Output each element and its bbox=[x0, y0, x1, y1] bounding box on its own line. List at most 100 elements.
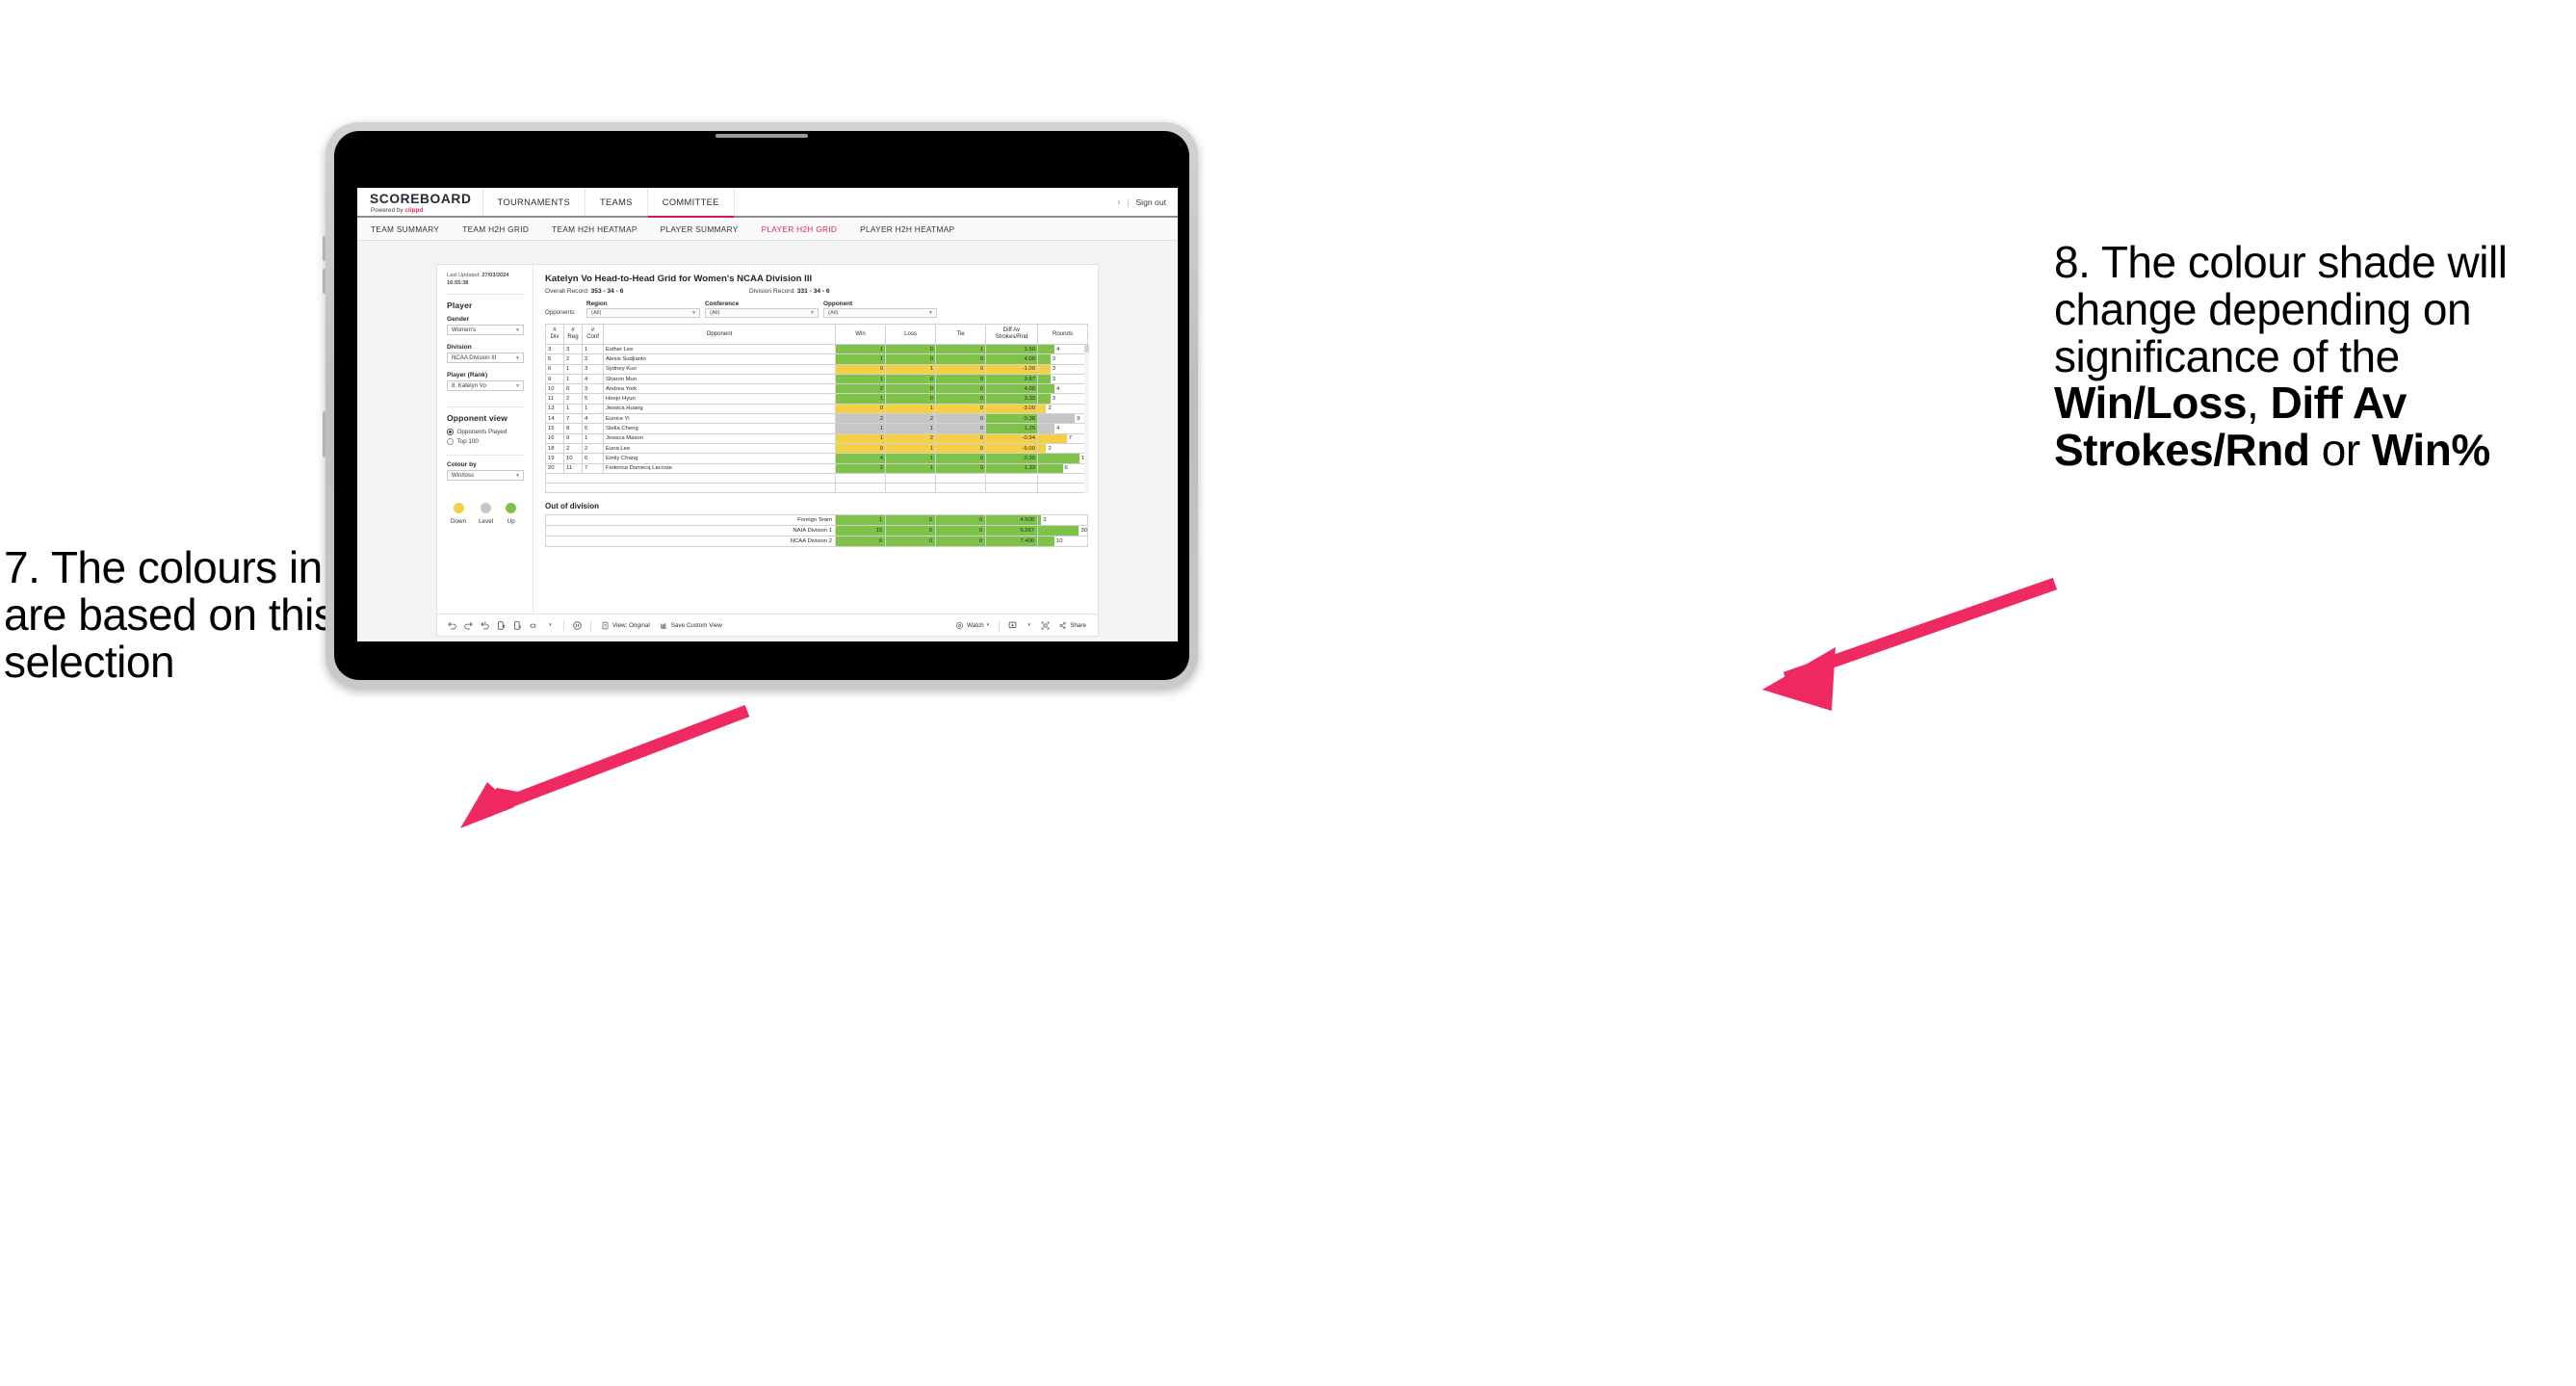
cell-tie: 0 bbox=[935, 403, 986, 415]
refresh-data-icon[interactable] bbox=[493, 617, 509, 634]
side-button[interactable] bbox=[323, 411, 325, 458]
watch-button[interactable]: Watch ▾ bbox=[950, 621, 994, 630]
cell-loss: 1 bbox=[885, 403, 936, 415]
brand-logo[interactable]: SCOREBOARD Powered by clippd bbox=[357, 188, 483, 216]
fullscreen-icon[interactable] bbox=[1037, 617, 1054, 634]
table-row[interactable]: 14 7 4 Eunice Yi 2 2 0 0.38 9 bbox=[545, 413, 1088, 425]
radio-top-100[interactable]: Top 100 bbox=[447, 438, 524, 445]
subnav-team-h2h-heatmap[interactable]: TEAM H2H HEATMAP bbox=[552, 224, 651, 234]
region-filter-select[interactable]: (All) ▼ bbox=[586, 308, 700, 318]
cell-tie: 0 bbox=[935, 373, 986, 385]
table-row[interactable]: 11 2 5 Heejo Hyun 1 0 0 3.33 3 bbox=[545, 393, 1088, 405]
cell-opponent: Jessica Mason bbox=[603, 432, 836, 444]
cell-opponent: Alexis Sudjianto bbox=[603, 353, 836, 365]
nav-committee[interactable]: COMMITTEE bbox=[647, 188, 735, 218]
annotation-right-bold1: Win/Loss bbox=[2054, 378, 2248, 429]
conference-filter-select[interactable]: (All) ▼ bbox=[705, 308, 819, 318]
highlight-icon[interactable] bbox=[526, 617, 542, 634]
undo-icon[interactable] bbox=[444, 617, 460, 634]
share-button[interactable]: Share bbox=[1054, 621, 1091, 630]
table-row[interactable]: 20 11 7 Federica Domecq Lacroze 2 1 0 1.33 6 bbox=[545, 462, 1088, 474]
cell-diff: -5.00 bbox=[985, 442, 1038, 455]
cell-conf: 1 bbox=[582, 432, 604, 444]
volume-down-button[interactable] bbox=[323, 269, 325, 294]
out-of-division-row[interactable]: NAIA Division 1 15 0 0 9.267 30 bbox=[545, 525, 1088, 537]
legend-item-level: Level bbox=[479, 503, 493, 525]
subnav-player-summary[interactable]: PLAYER SUMMARY bbox=[661, 224, 752, 234]
cell-reg: 11 bbox=[563, 462, 583, 474]
opponent-filter-select[interactable]: (All) ▼ bbox=[823, 308, 937, 318]
table-row[interactable]: 5 2 2 Alexis Sudjianto 1 0 0 4.00 3 bbox=[545, 353, 1088, 365]
table-row[interactable]: 6 1 3 Sydney Kuo 0 1 0 -1.00 3 bbox=[545, 363, 1088, 375]
out-of-division-table: Foreign Team 1 0 0 4.500 2 NAIA Division 1 15 0 0… bbox=[545, 514, 1088, 547]
col-tie: Tie bbox=[935, 324, 986, 345]
sidebar-divider-1 bbox=[447, 294, 524, 296]
table-vertical-scrollbar[interactable] bbox=[1083, 344, 1089, 494]
table-row[interactable]: 16 9 1 Jessica Mason 1 2 0 -0.94 7 bbox=[545, 432, 1088, 444]
tableau-viz: Last Updated: 27/03/2024 16:55:38 Player… bbox=[436, 264, 1099, 637]
cell-ood-win: 5 bbox=[835, 536, 886, 547]
table-row[interactable]: 18 2 2 Euna Lee 0 1 0 -5.00 2 bbox=[545, 442, 1088, 455]
table-row[interactable]: 13 1 1 Jessica Huang 0 1 0 -3.00 2 bbox=[545, 403, 1088, 415]
save-custom-view-button[interactable]: Save Custom View bbox=[655, 621, 727, 630]
app-header: SCOREBOARD Powered by clippd TOURNAMENTS… bbox=[357, 188, 1178, 218]
out-of-division-row[interactable]: NCAA Division 2 5 0 0 7.400 10 bbox=[545, 536, 1088, 547]
table-row[interactable]: 10 6 3 Andrea York 2 0 0 4.00 4 bbox=[545, 383, 1088, 395]
player-rank-select[interactable]: 8. Katelyn Vo ▼ bbox=[447, 380, 524, 392]
tablet-screen: SCOREBOARD Powered by clippd TOURNAMENTS… bbox=[334, 131, 1189, 680]
division-select[interactable]: NCAA Division III ▼ bbox=[447, 353, 524, 364]
cell-conf: 3 bbox=[582, 383, 604, 395]
header-right-controls: › | Sign out bbox=[1118, 188, 1178, 216]
subnav-player-h2h-grid[interactable]: PLAYER H2H GRID bbox=[762, 224, 851, 234]
save-custom-view-label: Save Custom View bbox=[670, 621, 722, 629]
chevron-right-icon[interactable]: › bbox=[1118, 197, 1121, 206]
cell-tie: 1 bbox=[935, 343, 986, 355]
cell-win: 0 bbox=[835, 442, 886, 455]
table-row[interactable]: 9 1 4 Sharon Mun 1 0 0 3.67 3 bbox=[545, 373, 1088, 385]
volume-up-button[interactable] bbox=[323, 236, 325, 261]
table-row[interactable]: 3 3 1 Esther Lee 1 0 1 1.50 4 bbox=[545, 343, 1088, 355]
secondary-nav: TEAM SUMMARY TEAM H2H GRID TEAM H2H HEAT… bbox=[357, 218, 1178, 241]
subnav-player-h2h-heatmap[interactable]: PLAYER H2H HEATMAP bbox=[860, 224, 968, 234]
col-conf: # Conf bbox=[582, 324, 604, 345]
download-dropdown-icon[interactable]: ▾ bbox=[1021, 617, 1037, 634]
annotation-right-mid1: , bbox=[2247, 378, 2271, 429]
cell-win: 0 bbox=[835, 403, 886, 415]
colour-by-select[interactable]: Win/loss ▼ bbox=[447, 470, 524, 482]
scrollbar-thumb[interactable] bbox=[1083, 344, 1089, 353]
sidebar-divider-2 bbox=[447, 406, 524, 408]
out-of-division-row[interactable]: Foreign Team 1 0 0 4.500 2 bbox=[545, 514, 1088, 527]
nav-teams[interactable]: TEAMS bbox=[585, 188, 648, 216]
revert-icon[interactable] bbox=[477, 617, 493, 634]
subnav-team-h2h-grid[interactable]: TEAM H2H GRID bbox=[462, 224, 542, 234]
chevron-down-icon: ▼ bbox=[928, 310, 933, 316]
brand-subtitle: Powered by clippd bbox=[371, 207, 471, 214]
cell-div: 20 bbox=[545, 462, 564, 474]
download-icon[interactable] bbox=[1004, 617, 1021, 634]
cell-loss: 0 bbox=[885, 353, 936, 365]
highlight-dropdown-icon[interactable]: ▾ bbox=[542, 617, 559, 634]
redo-icon[interactable] bbox=[460, 617, 477, 634]
scoreboard-web-app: SCOREBOARD Powered by clippd TOURNAMENTS… bbox=[357, 188, 1178, 641]
view-original-label: View: Original bbox=[612, 621, 650, 629]
tablet-device-frame: SCOREBOARD Powered by clippd TOURNAMENTS… bbox=[323, 122, 1198, 689]
records-row: Overall Record: 353 - 34 - 6 Division Re… bbox=[545, 288, 1088, 295]
gender-label: Gender bbox=[447, 316, 470, 324]
opponent-filters: Opponents: Region (All) ▼ Conference (Al… bbox=[545, 301, 1088, 318]
legend-item-down: Down bbox=[451, 503, 466, 525]
cell-conf: 7 bbox=[582, 462, 604, 474]
table-row[interactable]: 15 8 5 Stella Cheng 1 1 0 1.25 4 bbox=[545, 423, 1088, 434]
subnav-team-summary[interactable]: TEAM SUMMARY bbox=[371, 224, 453, 234]
view-original-button[interactable]: View: Original bbox=[596, 621, 655, 630]
pause-auto-updates-icon[interactable] bbox=[569, 617, 585, 634]
pause-refresh-icon[interactable] bbox=[509, 617, 526, 634]
cell-div: 10 bbox=[545, 383, 564, 395]
gender-select[interactable]: Women's ▼ bbox=[447, 325, 524, 336]
radio-opponents-played[interactable]: Opponents Played bbox=[447, 429, 524, 435]
table-row[interactable]: 19106Emily Chang4100.3011 bbox=[545, 453, 1088, 464]
nav-tournaments[interactable]: TOURNAMENTS bbox=[483, 188, 585, 216]
sign-out-link[interactable]: Sign out bbox=[1135, 197, 1166, 207]
annotation-right-part1: 8. The colour shade will change dependin… bbox=[2054, 237, 2508, 381]
grid-panel: Katelyn Vo Head-to-Head Grid for Women's… bbox=[533, 265, 1098, 614]
col-diff: Diff Av Strokes/Rnd bbox=[985, 324, 1038, 345]
